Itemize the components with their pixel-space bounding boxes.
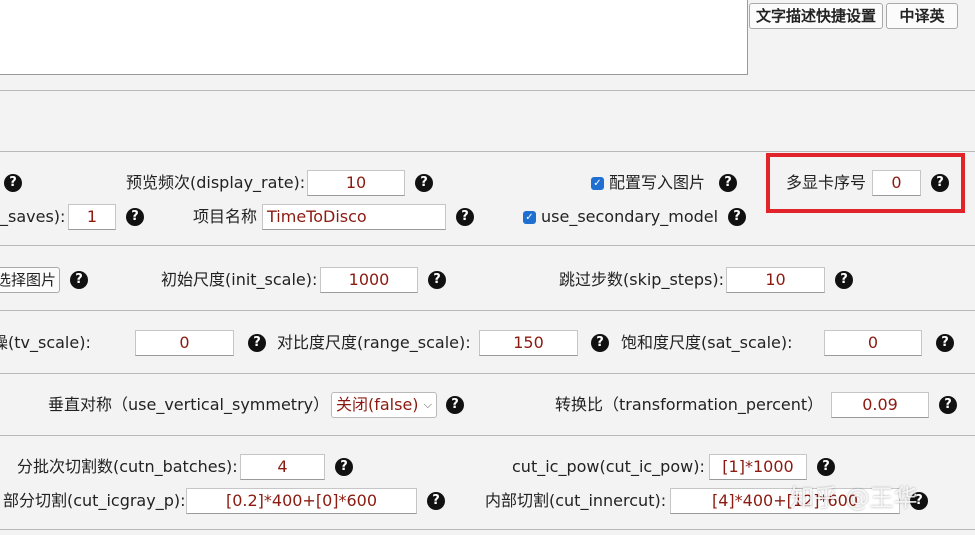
cut-innercut-label: 内部切割(cut_innercut): bbox=[485, 491, 667, 510]
cutn-batches-label: 分批次切割数(cutn_batches): bbox=[17, 457, 238, 476]
help-icon[interactable]: ? bbox=[719, 174, 737, 192]
help-icon[interactable]: ? bbox=[817, 458, 835, 476]
transformation-percent-label: 转换比（transformation_percent） bbox=[555, 395, 824, 414]
init-scale-input[interactable]: 1000 bbox=[320, 267, 418, 293]
help-icon[interactable]: ? bbox=[335, 458, 353, 476]
tv-scale-label: 噪(tv_scale): bbox=[0, 333, 91, 352]
cut-icgray-input[interactable]: [0.2]*400+[0]*600 bbox=[186, 488, 417, 514]
sat-scale-input[interactable]: 0 bbox=[824, 330, 922, 356]
translate-button[interactable]: 中译英 bbox=[886, 3, 958, 29]
write-config-checkbox[interactable]: ✓ bbox=[591, 177, 604, 190]
range-scale-input[interactable]: 150 bbox=[479, 330, 578, 356]
help-icon[interactable]: ? bbox=[126, 208, 144, 226]
highlight-box bbox=[766, 153, 965, 213]
divider bbox=[0, 529, 975, 530]
display-rate-label: 预览频次(display_rate): bbox=[126, 173, 306, 192]
skip-steps-input[interactable]: 10 bbox=[726, 267, 825, 293]
use-secondary-model-checkbox[interactable]: ✓ bbox=[523, 211, 536, 224]
display-rate-input[interactable]: 10 bbox=[307, 170, 405, 196]
help-icon[interactable]: ? bbox=[591, 334, 609, 352]
divider bbox=[0, 151, 975, 152]
divider bbox=[0, 310, 975, 311]
help-icon[interactable]: ? bbox=[939, 396, 957, 414]
transformation-percent-input[interactable]: 0.09 bbox=[831, 392, 929, 418]
help-icon[interactable]: ? bbox=[427, 492, 445, 510]
divider bbox=[0, 435, 975, 436]
sat-scale-label: 饱和度尺度(sat_scale): bbox=[621, 333, 793, 352]
n-saves-label: _saves): bbox=[0, 207, 66, 226]
help-icon[interactable]: ? bbox=[428, 271, 446, 289]
cut-icgray-label: 部分切割(cut_icgray_p): bbox=[3, 491, 186, 510]
write-config-label: 配置写入图片 bbox=[609, 173, 706, 192]
vertical-symmetry-label: 垂直对称（use_vertical_symmetry） bbox=[48, 395, 330, 414]
help-icon[interactable]: ? bbox=[456, 208, 474, 226]
cut-ic-pow-label: cut_ic_pow(cut_ic_pow): bbox=[512, 457, 705, 476]
divider bbox=[0, 245, 975, 246]
skip-steps-label: 跳过步数(skip_steps): bbox=[559, 270, 725, 289]
tv-scale-input[interactable]: 0 bbox=[135, 330, 234, 356]
help-icon[interactable]: ? bbox=[415, 174, 433, 192]
project-name-label: 项目名称 bbox=[193, 207, 258, 226]
vertical-symmetry-value: 关闭(false) bbox=[336, 395, 419, 414]
help-icon[interactable]: ? bbox=[835, 271, 853, 289]
help-icon[interactable]: ? bbox=[936, 334, 954, 352]
help-icon[interactable]: ? bbox=[70, 271, 88, 289]
help-icon[interactable]: ? bbox=[4, 174, 22, 192]
help-icon[interactable]: ? bbox=[728, 208, 746, 226]
init-scale-label: 初始尺度(init_scale): bbox=[161, 270, 318, 289]
divider bbox=[0, 90, 975, 91]
project-name-input[interactable]: TimeToDisco bbox=[262, 204, 446, 230]
n-saves-input[interactable]: 1 bbox=[68, 204, 116, 230]
prompt-textarea[interactable] bbox=[0, 0, 748, 75]
help-icon[interactable]: ? bbox=[248, 334, 266, 352]
desc-shortcut-button[interactable]: 文字描述快捷设置 bbox=[749, 3, 883, 29]
vertical-symmetry-select[interactable]: 关闭(false) ⌵ bbox=[331, 392, 437, 418]
chevron-down-icon: ⌵ bbox=[423, 398, 432, 411]
cutn-batches-input[interactable]: 4 bbox=[240, 454, 325, 480]
divider bbox=[0, 373, 975, 374]
range-scale-label: 对比度尺度(range_scale): bbox=[277, 333, 471, 352]
use-secondary-model-label: use_secondary_model bbox=[541, 207, 719, 226]
watermark: 知乎 @王华 bbox=[790, 484, 918, 512]
help-icon[interactable]: ? bbox=[446, 396, 464, 414]
select-image-button[interactable]: 选择图片 bbox=[0, 267, 60, 293]
cut-ic-pow-input[interactable]: [1]*1000 bbox=[709, 454, 807, 480]
